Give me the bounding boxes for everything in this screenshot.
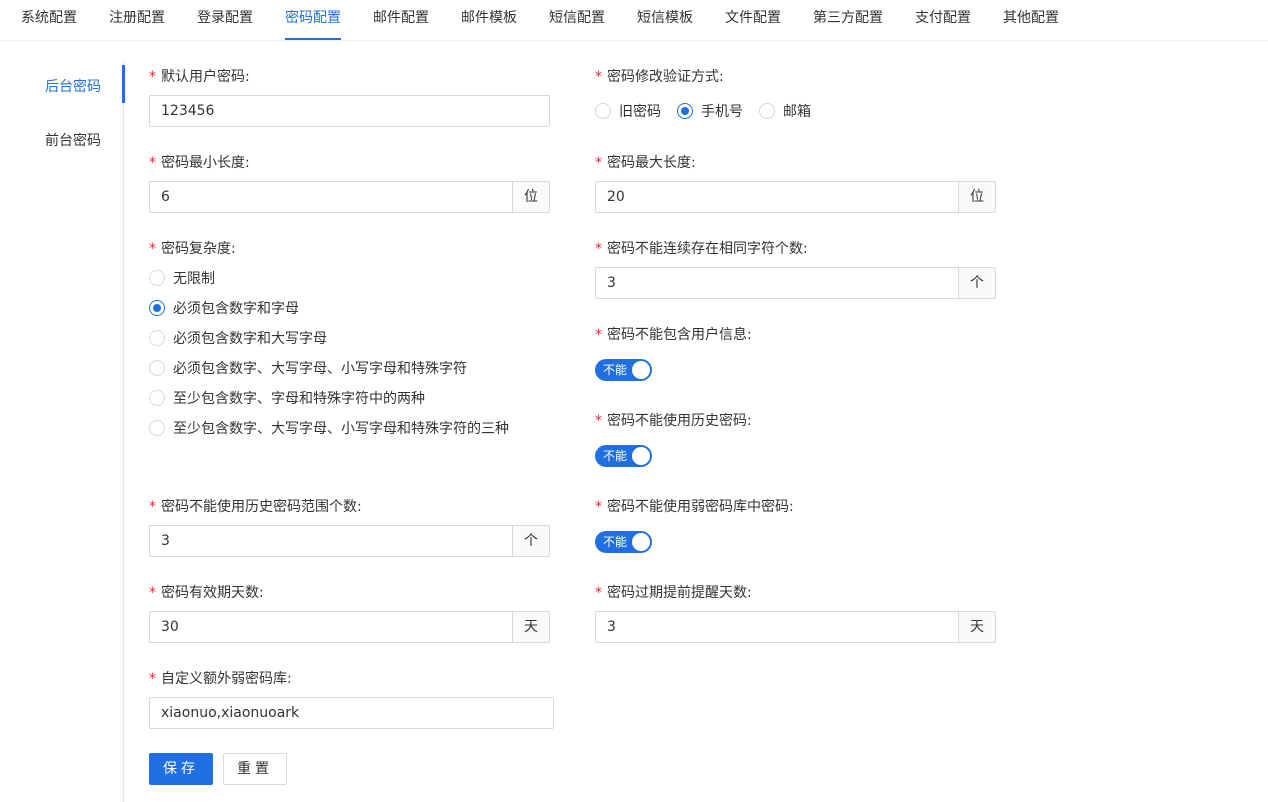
remind-days-label: * 密码过期提前提醒天数: <box>595 585 752 601</box>
radio-icon <box>759 103 775 119</box>
required-mark: * <box>595 241 602 257</box>
switch-knob <box>632 361 650 379</box>
radio-icon <box>149 270 165 286</box>
switch-knob <box>632 447 650 465</box>
required-mark: * <box>149 241 156 257</box>
config-tabs: 系统配置 注册配置 登录配置 密码配置 邮件配置 邮件模板 短信配置 短信模板 … <box>0 0 1268 41</box>
required-mark: * <box>149 585 156 601</box>
tab-password[interactable]: 密码配置 <box>285 0 341 40</box>
tab-third-party[interactable]: 第三方配置 <box>813 0 883 40</box>
tab-register[interactable]: 注册配置 <box>109 0 165 40</box>
default-password-label: * 默认用户密码: <box>149 69 250 85</box>
valid-days-label: * 密码有效期天数: <box>149 585 264 601</box>
tab-payment[interactable]: 支付配置 <box>915 0 971 40</box>
default-password-input[interactable]: 123456 <box>149 95 550 127</box>
switch-text: 不能 <box>603 535 628 549</box>
history-range-input[interactable]: 3 <box>149 525 513 557</box>
min-length-label: * 密码最小长度: <box>149 155 250 171</box>
required-mark: * <box>595 499 602 515</box>
switch-knob <box>632 533 650 551</box>
remind-days-input[interactable]: 3 <box>595 611 959 643</box>
max-length-unit: 位 <box>959 181 996 213</box>
complexity-option-none[interactable]: 无限制 <box>149 268 215 288</box>
weak-library-input[interactable]: xiaonuo,xiaonuoark <box>149 697 554 729</box>
no-history-label: * 密码不能使用历史密码: <box>595 413 752 429</box>
complexity-option-digit-letter[interactable]: 必须包含数字和字母 <box>149 298 299 318</box>
tab-email[interactable]: 邮件配置 <box>373 0 429 40</box>
remind-days-unit: 天 <box>959 611 996 643</box>
required-mark: * <box>595 585 602 601</box>
required-mark: * <box>149 155 156 171</box>
tab-other[interactable]: 其他配置 <box>1003 0 1059 40</box>
repeat-chars-unit: 个 <box>959 267 996 299</box>
tab-sms[interactable]: 短信配置 <box>549 0 605 40</box>
required-mark: * <box>149 69 156 85</box>
required-mark: * <box>149 671 156 687</box>
side-item-frontend-password[interactable]: 前台密码 <box>45 130 101 150</box>
min-length-unit: 位 <box>513 181 550 213</box>
radio-checked-icon <box>677 103 693 119</box>
reset-button[interactable]: 重置 <box>223 753 287 785</box>
radio-icon <box>149 360 165 376</box>
required-mark: * <box>149 499 156 515</box>
switch-text: 不能 <box>603 363 628 377</box>
required-mark: * <box>595 413 602 429</box>
radio-icon <box>149 390 165 406</box>
tab-system[interactable]: 系统配置 <box>21 0 77 40</box>
history-range-label: * 密码不能使用历史密码范围个数: <box>149 499 362 515</box>
valid-days-input[interactable]: 30 <box>149 611 513 643</box>
complexity-option-three-of-four[interactable]: 至少包含数字、大写字母、小写字母和特殊字符的三种 <box>149 418 509 438</box>
save-button[interactable]: 保存 <box>149 753 213 785</box>
verify-option-phone[interactable]: 手机号 <box>677 101 743 121</box>
required-mark: * <box>595 69 602 85</box>
min-length-input[interactable]: 6 <box>149 181 513 213</box>
no-weak-switch[interactable]: 不能 <box>595 531 652 553</box>
tab-file[interactable]: 文件配置 <box>725 0 781 40</box>
verify-option-email[interactable]: 邮箱 <box>759 101 811 121</box>
radio-icon <box>149 330 165 346</box>
no-user-info-switch[interactable]: 不能 <box>595 359 652 381</box>
no-history-switch[interactable]: 不能 <box>595 445 652 467</box>
side-item-backend-password[interactable]: 后台密码 <box>45 76 101 96</box>
side-active-indicator <box>122 65 125 103</box>
radio-checked-icon <box>149 300 165 316</box>
valid-days-unit: 天 <box>513 611 550 643</box>
no-user-info-label: * 密码不能包含用户信息: <box>595 327 752 343</box>
weak-library-label: * 自定义额外弱密码库: <box>149 671 292 687</box>
verify-method-label: * 密码修改验证方式: <box>595 69 724 85</box>
repeat-chars-label: * 密码不能连续存在相同字符个数: <box>595 241 808 257</box>
complexity-option-digit-upper[interactable]: 必须包含数字和大写字母 <box>149 328 327 348</box>
side-menu: 后台密码 前台密码 <box>0 62 125 802</box>
tab-login[interactable]: 登录配置 <box>197 0 253 40</box>
history-range-unit: 个 <box>513 525 550 557</box>
tab-sms-template[interactable]: 短信模板 <box>637 0 693 40</box>
switch-text: 不能 <box>603 449 628 463</box>
no-weak-label: * 密码不能使用弱密码库中密码: <box>595 499 794 515</box>
radio-icon <box>595 103 611 119</box>
tab-email-template[interactable]: 邮件模板 <box>461 0 517 40</box>
max-length-label: * 密码最大长度: <box>595 155 696 171</box>
complexity-label: * 密码复杂度: <box>149 241 236 257</box>
radio-icon <box>149 420 165 436</box>
repeat-chars-input[interactable]: 3 <box>595 267 959 299</box>
complexity-option-all[interactable]: 必须包含数字、大写字母、小写字母和特殊字符 <box>149 358 467 378</box>
required-mark: * <box>595 155 602 171</box>
required-mark: * <box>595 327 602 343</box>
max-length-input[interactable]: 20 <box>595 181 959 213</box>
complexity-option-two-of-three[interactable]: 至少包含数字、字母和特殊字符中的两种 <box>149 388 425 408</box>
verify-option-old-password[interactable]: 旧密码 <box>595 101 661 121</box>
